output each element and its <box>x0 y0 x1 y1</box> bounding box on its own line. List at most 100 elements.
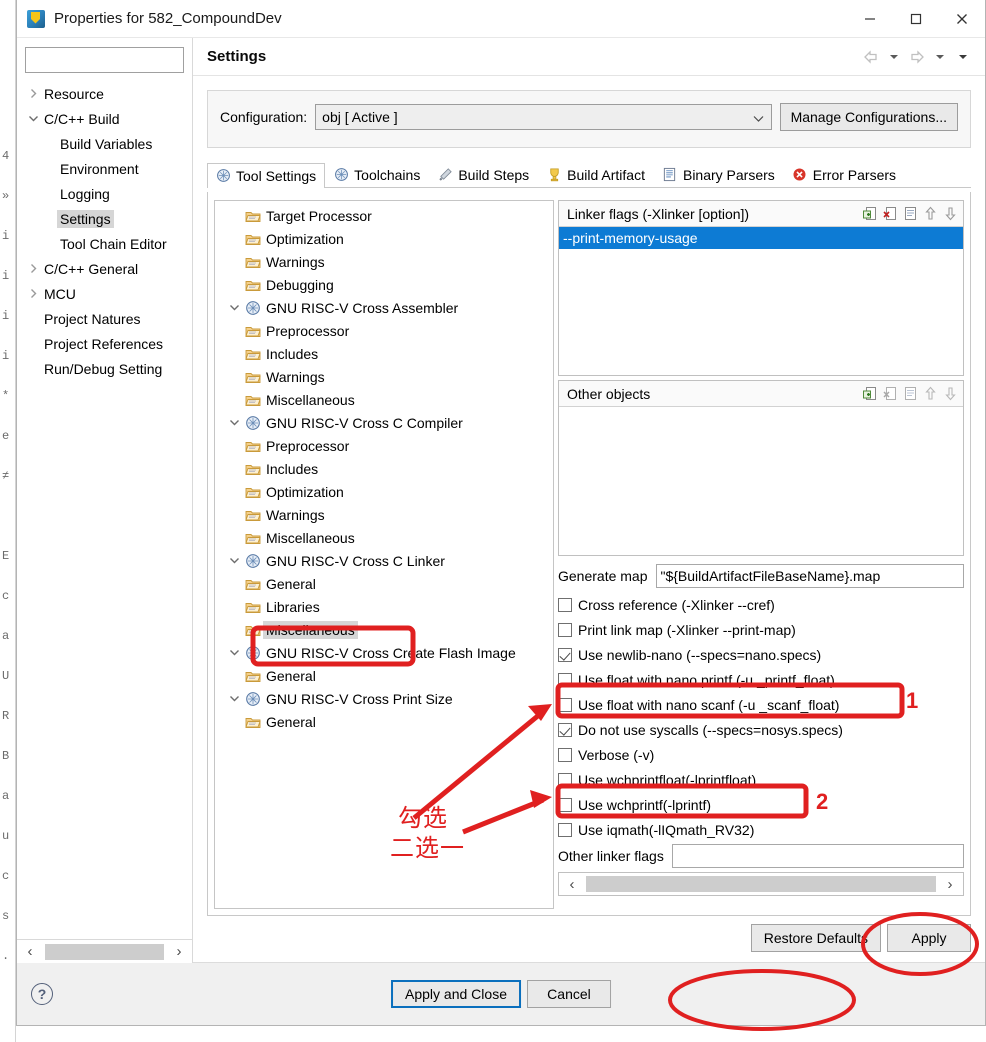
filter-input[interactable] <box>25 47 184 73</box>
chevron-down-icon[interactable] <box>225 555 243 566</box>
tool-tree-item-libraries[interactable]: Libraries <box>215 595 553 618</box>
linker-flags-items[interactable]: --print-memory-usage <box>559 227 963 375</box>
configuration-dropdown[interactable]: obj [ Active ] <box>315 104 771 130</box>
other-linker-flags-input[interactable] <box>672 844 964 868</box>
chevron-down-icon[interactable] <box>225 417 243 428</box>
forward-arrow-icon[interactable] <box>907 47 927 67</box>
chevron-down-icon[interactable] <box>25 111 41 127</box>
scroll-thumb[interactable] <box>45 944 164 960</box>
maximize-icon[interactable] <box>893 0 939 38</box>
chevron-down-icon[interactable] <box>225 647 243 658</box>
checkbox-input[interactable] <box>558 698 572 712</box>
tool-tree-item-gnu-risc-v-cross-c-linker[interactable]: GNU RISC-V Cross C Linker <box>215 549 553 572</box>
tool-tree-item-preprocessor[interactable]: Preprocessor <box>215 319 553 342</box>
tool-tree-item-warnings[interactable]: Warnings <box>215 503 553 526</box>
checkbox-input[interactable] <box>558 623 572 637</box>
sidebar-item-logging[interactable]: Logging <box>17 181 192 206</box>
checkbox-input[interactable] <box>558 823 572 837</box>
tool-tree-item-includes[interactable]: Includes <box>215 457 553 480</box>
checkbox-input[interactable] <box>558 798 572 812</box>
tool-tree-item-general[interactable]: General <box>215 572 553 595</box>
sidebar-item-c-c-general[interactable]: C/C++ General <box>17 256 192 281</box>
tab-error-parsers[interactable]: Error Parsers <box>784 162 905 187</box>
scroll-right-arrow[interactable]: › <box>937 873 963 895</box>
checkbox-input[interactable] <box>558 598 572 612</box>
sidebar-item-mcu[interactable]: MCU <box>17 281 192 306</box>
tool-tree-item-gnu-risc-v-cross-print-size[interactable]: GNU RISC-V Cross Print Size <box>215 687 553 710</box>
back-menu-chevron-down-icon[interactable] <box>884 47 904 67</box>
scroll-right-arrow[interactable]: › <box>166 941 192 963</box>
tool-tree-item-warnings[interactable]: Warnings <box>215 250 553 273</box>
scroll-thumb[interactable] <box>586 876 936 892</box>
sidebar-item-tool-chain-editor[interactable]: Tool Chain Editor <box>17 231 192 256</box>
close-icon[interactable] <box>939 0 985 38</box>
view-menu-chevron-down-icon[interactable] <box>953 47 973 67</box>
generate-map-input[interactable]: "${BuildArtifactFileBaseName}.map <box>656 564 965 588</box>
tab-toolchains[interactable]: Toolchains <box>325 162 429 187</box>
sidebar-item-settings[interactable]: Settings <box>17 206 192 231</box>
minimize-icon[interactable] <box>847 0 893 38</box>
tool-tree-item-debugging[interactable]: Debugging <box>215 273 553 296</box>
add-icon[interactable] <box>862 385 879 402</box>
move-down-icon[interactable] <box>942 205 959 222</box>
checkbox-row-verbose-v[interactable]: Verbose (-v) <box>558 742 964 767</box>
panel-horizontal-scrollbar[interactable]: ‹ › <box>558 872 964 896</box>
checkbox-input[interactable] <box>558 648 572 662</box>
checkbox-row-use-iqmath-liqmath-rv32[interactable]: Use iqmath(-lIQmath_RV32) <box>558 817 964 842</box>
checkbox-row-print-link-map-xlinker-print-map[interactable]: Print link map (-Xlinker --print-map) <box>558 617 964 642</box>
sidebar-item-project-references[interactable]: Project References <box>17 331 192 356</box>
checkbox-row-use-wchprintfloat-lprintfloat[interactable]: Use wchprintfloat(-lprintfloat) <box>558 767 964 792</box>
manage-configurations-button[interactable]: Manage Configurations... <box>780 103 958 131</box>
forward-menu-chevron-down-icon[interactable] <box>930 47 950 67</box>
cancel-button[interactable]: Cancel <box>527 980 611 1008</box>
tool-tree-item-general[interactable]: General <box>215 710 553 733</box>
restore-defaults-button[interactable]: Restore Defaults <box>751 924 881 952</box>
chevron-right-icon[interactable] <box>25 261 41 277</box>
checkbox-row-do-not-use-syscalls-specs-nosys-specs[interactable]: Do not use syscalls (--specs=nosys.specs… <box>558 717 964 742</box>
tool-tree-item-general[interactable]: General <box>215 664 553 687</box>
sidebar-horizontal-scrollbar[interactable]: ‹ › <box>17 939 192 963</box>
add-icon[interactable] <box>862 205 879 222</box>
apply-button[interactable]: Apply <box>887 924 971 952</box>
checkbox-row-cross-reference-xlinker-cref[interactable]: Cross reference (-Xlinker --cref) <box>558 592 964 617</box>
tab-build-steps[interactable]: Build Steps <box>429 162 538 187</box>
checkbox-row-use-wchprintf-lprintf[interactable]: Use wchprintf(-lprintf) <box>558 792 964 817</box>
sidebar-item-resource[interactable]: Resource <box>17 81 192 106</box>
chevron-right-icon[interactable] <box>25 86 41 102</box>
checkbox-input[interactable] <box>558 673 572 687</box>
tool-tree-item-gnu-risc-v-cross-assembler[interactable]: GNU RISC-V Cross Assembler <box>215 296 553 319</box>
delete-icon[interactable] <box>882 385 899 402</box>
checkbox-input[interactable] <box>558 773 572 787</box>
apply-and-close-button[interactable]: Apply and Close <box>391 980 521 1008</box>
chevron-right-icon[interactable] <box>25 286 41 302</box>
tool-tree-item-gnu-risc-v-cross-create-flash-image[interactable]: GNU RISC-V Cross Create Flash Image <box>215 641 553 664</box>
move-down-icon[interactable] <box>942 385 959 402</box>
move-up-icon[interactable] <box>922 385 939 402</box>
scroll-left-arrow[interactable]: ‹ <box>559 873 585 895</box>
move-up-icon[interactable] <box>922 205 939 222</box>
tab-binary-parsers[interactable]: Binary Parsers <box>654 162 784 187</box>
sidebar-item-run-debug-setting[interactable]: Run/Debug Setting <box>17 356 192 381</box>
tool-tree-item-miscellaneous[interactable]: Miscellaneous <box>215 526 553 549</box>
tool-tree-item-optimization[interactable]: Optimization <box>215 227 553 250</box>
other-objects-items[interactable] <box>559 407 963 555</box>
list-item[interactable]: --print-memory-usage <box>559 227 963 249</box>
checkbox-row-use-newlib-nano-specs-nano-specs[interactable]: Use newlib-nano (--specs=nano.specs) <box>558 642 964 667</box>
help-icon[interactable]: ? <box>31 983 53 1005</box>
tab-build-artifact[interactable]: Build Artifact <box>538 162 654 187</box>
delete-icon[interactable] <box>882 205 899 222</box>
sidebar-item-build-variables[interactable]: Build Variables <box>17 131 192 156</box>
tool-tree-item-target-processor[interactable]: Target Processor <box>215 204 553 227</box>
checkbox-row-use-float-with-nano-scanf-u-scanf-float[interactable]: Use float with nano scanf (-u _scanf_flo… <box>558 692 964 717</box>
sidebar-item-c-c-build[interactable]: C/C++ Build <box>17 106 192 131</box>
tool-tree-item-miscellaneous[interactable]: Miscellaneous <box>215 618 553 641</box>
chevron-down-icon[interactable] <box>225 302 243 313</box>
edit-icon[interactable] <box>902 385 919 402</box>
chevron-down-icon[interactable] <box>225 693 243 704</box>
checkbox-input[interactable] <box>558 723 572 737</box>
sidebar-item-project-natures[interactable]: Project Natures <box>17 306 192 331</box>
tool-tree-item-includes[interactable]: Includes <box>215 342 553 365</box>
back-arrow-icon[interactable] <box>861 47 881 67</box>
tool-tree-item-miscellaneous[interactable]: Miscellaneous <box>215 388 553 411</box>
tab-tool-settings[interactable]: Tool Settings <box>207 163 325 188</box>
